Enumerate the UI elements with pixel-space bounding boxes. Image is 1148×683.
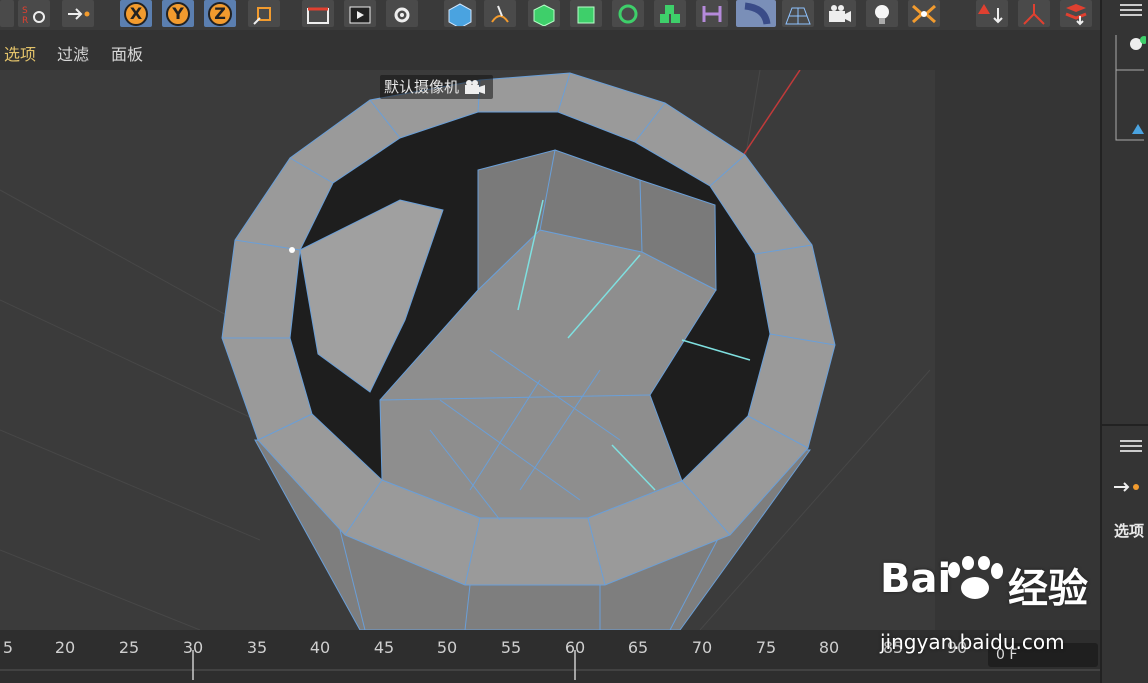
cube-button[interactable] <box>444 0 476 27</box>
tick-label: 65 <box>627 638 649 657</box>
coordinate-system-button[interactable] <box>248 0 280 27</box>
move-tool-button[interactable] <box>62 0 94 27</box>
watermark-url: jingyan.baidu.com <box>880 630 1065 654</box>
tick-label: 20 <box>54 638 76 657</box>
bend-icon <box>702 5 722 22</box>
x-axis-label: X <box>129 4 143 23</box>
svg-text:S: S <box>22 6 28 16</box>
subdivision-button[interactable] <box>528 0 560 27</box>
y-axis-label: Y <box>172 4 184 23</box>
panel-divider <box>1102 424 1148 426</box>
arrow-icon <box>68 7 90 20</box>
target-icon <box>912 4 936 23</box>
menu-panel[interactable]: 面板 <box>111 41 143 65</box>
paw-logo-icon <box>948 556 1003 599</box>
viewport-canvas <box>0 70 1100 630</box>
safe-frame-border <box>935 70 1100 630</box>
gear-icon <box>394 7 410 22</box>
tick-label: 45 <box>373 638 395 657</box>
main-toolbar: SR X Y Z <box>0 0 1148 30</box>
mograph-button[interactable] <box>654 0 686 27</box>
sr-icon: SR <box>22 6 45 25</box>
array-button[interactable] <box>570 0 602 27</box>
partial-tool-button[interactable] <box>0 0 14 27</box>
camera-button[interactable] <box>824 0 856 27</box>
light-bulb-icon <box>875 4 889 24</box>
tick-label: 50 <box>436 638 458 657</box>
viewport-menubar: 选项 过滤 面板 <box>0 30 1100 93</box>
tick-label: 40 <box>309 638 331 657</box>
arrow-dot-icon <box>1114 482 1139 492</box>
layer-stack-icon <box>1065 3 1087 25</box>
attributes-options-label[interactable]: 选项 <box>1114 520 1144 541</box>
svg-text:R: R <box>22 16 28 25</box>
menu-filter[interactable]: 过滤 <box>57 41 89 65</box>
tick-label: 5 <box>2 638 14 657</box>
pen-spline-button[interactable] <box>484 0 516 27</box>
scale-rotate-tool-button[interactable]: SR <box>18 0 50 27</box>
selected-point <box>289 247 295 253</box>
green-cubes-icon <box>660 4 680 23</box>
tick-label: 25 <box>118 638 140 657</box>
hamburger-icon-2[interactable] <box>1108 436 1146 456</box>
floor-button[interactable] <box>782 0 814 27</box>
floor-grid-icon <box>785 7 811 24</box>
z-axis-label: Z <box>214 4 226 23</box>
watermark-brand: Bai <box>880 556 952 602</box>
menu-options[interactable]: 选项 <box>4 41 36 65</box>
joint-icon <box>1023 3 1045 25</box>
tick-label: 35 <box>246 638 268 657</box>
triangle-arrow-icon <box>978 3 1003 23</box>
render-settings-button[interactable] <box>386 0 418 27</box>
cube-icon <box>448 2 472 26</box>
green-box-icon <box>577 6 595 23</box>
tick-label: 60 <box>564 638 586 657</box>
hamburger-icon[interactable] <box>1108 0 1146 20</box>
render-view-button[interactable] <box>302 0 334 27</box>
scene-target-button[interactable] <box>908 0 940 27</box>
clapper-icon <box>307 7 329 24</box>
light-button[interactable] <box>866 0 898 27</box>
3d-viewport[interactable]: 默认摄像机 <box>0 70 1100 630</box>
pen-icon <box>491 5 509 23</box>
tick-label: 55 <box>500 638 522 657</box>
deformer-button[interactable] <box>696 0 728 27</box>
cloner-button[interactable] <box>612 0 644 27</box>
object-tree-icon <box>1115 35 1146 141</box>
camera-label: 默认摄像机 <box>380 75 494 99</box>
camera-label-text: 默认摄像机 <box>384 78 460 96</box>
x-axis-line <box>739 70 801 161</box>
camera-icon <box>829 4 851 22</box>
tick-label: 80 <box>818 638 840 657</box>
z-axis-button[interactable]: Z <box>204 0 236 27</box>
right-side-panel: 选项 <box>1100 0 1148 683</box>
tick-label: 75 <box>755 638 777 657</box>
joint-tool-button[interactable] <box>1018 0 1050 27</box>
x-axis-button[interactable]: X <box>120 0 152 27</box>
watermark-brand-cn: 经验 <box>1008 566 1088 612</box>
play-clapper-icon <box>349 6 371 23</box>
deform-icon <box>744 2 771 25</box>
coordinate-icon <box>253 6 271 25</box>
cloner-icon <box>618 4 638 23</box>
y-axis-button[interactable]: Y <box>162 0 194 27</box>
green-cube-icon <box>533 3 555 26</box>
bend-deformer-button[interactable] <box>736 0 776 27</box>
tick-label: 70 <box>691 638 713 657</box>
baidu-watermark: Bai 经验 jingyan.baidu.com <box>880 556 1088 654</box>
render-to-picture-viewer-button[interactable] <box>344 0 376 27</box>
paint-tool-button[interactable] <box>976 0 1008 27</box>
layers-button[interactable] <box>1060 0 1092 27</box>
camera-icon <box>465 80 486 94</box>
tick-label: 30 <box>182 638 204 657</box>
